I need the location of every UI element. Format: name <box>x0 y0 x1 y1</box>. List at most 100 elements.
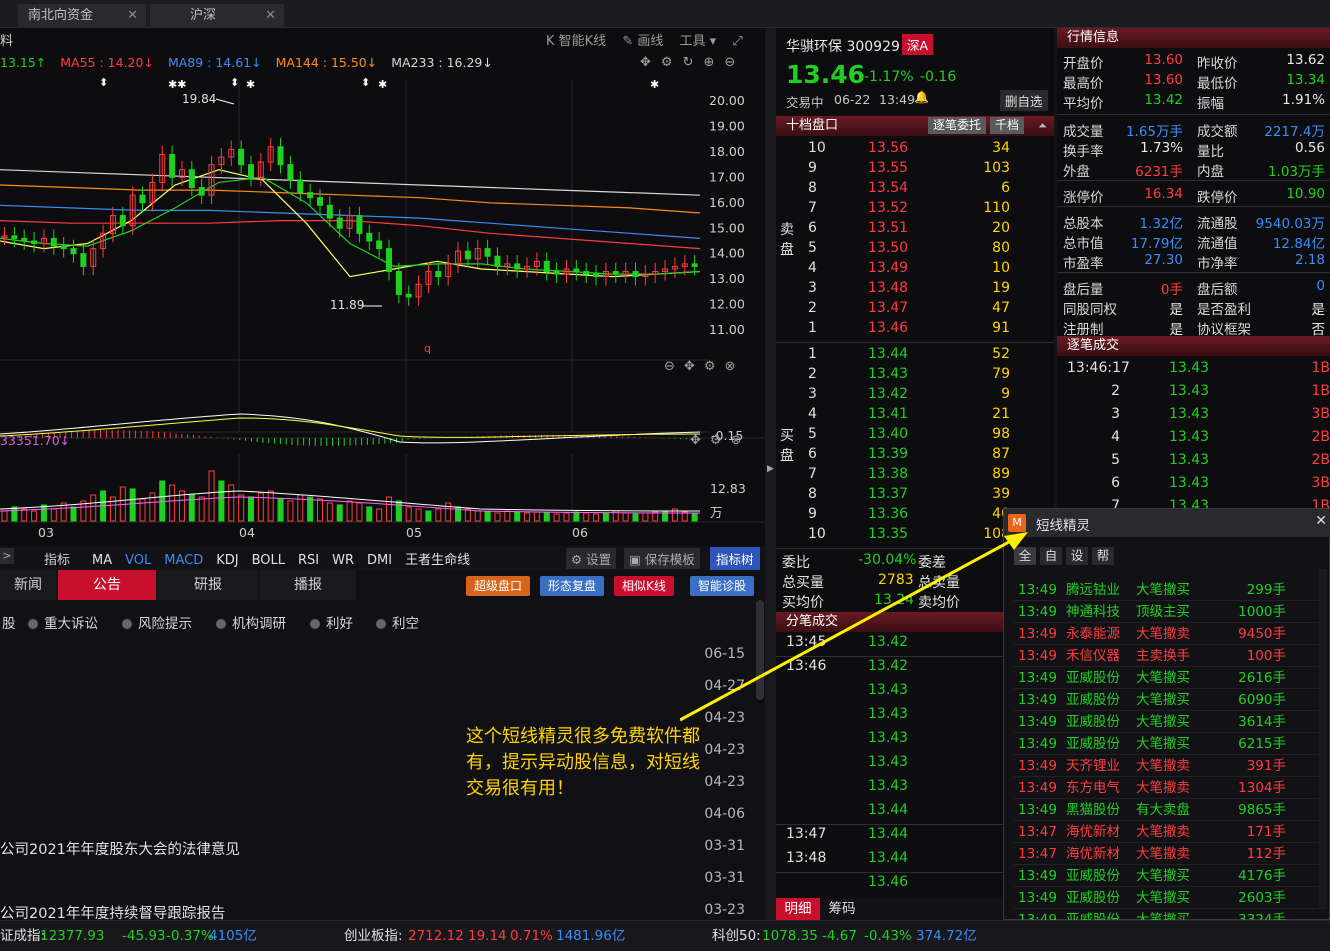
move-icon[interactable]: ✥ <box>684 359 704 374</box>
news-tool-button[interactable]: 相似K线 <box>614 576 674 596</box>
popup-alert-row[interactable]: 13:49 亚威股份 大笔撤买 6215手 <box>1014 733 1322 755</box>
popup-header[interactable]: M 短线精灵 ✕ <box>1004 509 1330 537</box>
bid-level-row[interactable]: 4 13.41 21 <box>776 406 1054 426</box>
popup-alert-row[interactable]: 13:47 海优新材 大笔撤卖 171手 <box>1014 821 1322 843</box>
popup-alert-row[interactable]: 13:49 神通科技 顶级主买 1000手 <box>1014 601 1322 623</box>
close-icon[interactable]: ✕ <box>127 4 138 28</box>
tab-chips[interactable]: 筹码 <box>820 898 864 920</box>
popup-alert-row[interactable]: 13:49 黑猫股份 有大卖盘 9865手 <box>1014 799 1322 821</box>
close-icon[interactable]: ✕ <box>1315 513 1327 529</box>
ask-level-row[interactable]: 1 13.46 91 <box>776 320 1054 340</box>
ask-level-row[interactable]: 5 13.50 80 <box>776 240 1054 260</box>
gear-icon[interactable]: ⚙ <box>710 433 731 448</box>
popup-filter-tab[interactable]: 设 <box>1066 547 1088 565</box>
ask-level-row[interactable]: 10 13.56 34 <box>776 140 1054 160</box>
draw-line-button[interactable]: ✎ 画线 <box>622 34 663 49</box>
expand-arrow-icon[interactable]: ▶ <box>767 464 774 474</box>
smart-kline-button[interactable]: K 智能K线 <box>546 34 606 49</box>
expand-icon[interactable]: ⤢ <box>732 34 742 49</box>
news-tool-button[interactable]: 形态复盘 <box>540 576 605 596</box>
tab-news[interactable]: 新闻 <box>0 570 56 600</box>
tab-research[interactable]: 研报 <box>158 570 258 600</box>
info-key: 量比 <box>1197 144 1224 160</box>
news-filter-option[interactable]: 机构调研 <box>216 612 286 632</box>
close-icon[interactable]: ✕ <box>265 4 276 28</box>
alert-type: 大笔撤买 <box>1136 670 1190 686</box>
news-title[interactable]: 公司2021年年度股东大会的法律意见 <box>0 838 240 859</box>
popup-scrollbar[interactable] <box>1319 569 1327 909</box>
gear-icon[interactable]: ⚙ <box>661 55 683 70</box>
remove-favorite-button[interactable]: 删自选 <box>1000 90 1048 111</box>
refresh-icon[interactable]: ↻ <box>683 55 704 70</box>
bid-level-row[interactable]: 3 13.42 9 <box>776 386 1054 406</box>
ask-level-row[interactable]: 7 13.52 110 <box>776 200 1054 220</box>
collapse-icon[interactable]: ⏶ <box>1038 116 1047 136</box>
panel-splitter[interactable]: ▶ <box>765 28 776 920</box>
popup-alert-row[interactable]: 13:49 亚威股份 大笔撤买 2603手 <box>1014 887 1322 909</box>
news-filter-option[interactable]: 重大诉讼 <box>28 612 98 632</box>
indicator-nav-button[interactable]: > <box>0 548 14 564</box>
close-icon[interactable]: ⊗ <box>731 433 751 448</box>
news-filter-option[interactable]: 股 <box>0 612 16 632</box>
ask-level-row[interactable]: 2 13.47 47 <box>776 300 1054 320</box>
indicator-tab[interactable]: KDJ <box>216 553 238 568</box>
thousand-level-button[interactable]: 千档 <box>990 117 1025 134</box>
ask-level-row[interactable]: 9 13.55 103 <box>776 160 1054 180</box>
tab-hushen[interactable]: 沪深 ✕ <box>150 4 284 28</box>
bid-level-row[interactable]: 8 13.37 39 <box>776 486 1054 506</box>
popup-filter-tab[interactable]: 自 <box>1040 547 1062 565</box>
popup-alert-row[interactable]: 13:47 海优新材 大笔撤卖 112手 <box>1014 843 1322 865</box>
volume-svg[interactable]: 12.83 万 <box>0 453 765 523</box>
news-tool-button[interactable]: 超级盘口 <box>466 576 531 596</box>
popup-filter-tab[interactable]: 帮 <box>1092 547 1114 565</box>
bell-icon[interactable]: 🔔 <box>914 90 929 104</box>
bid-level-row[interactable]: 2 13.43 79 <box>776 366 1054 386</box>
bid-level-row[interactable]: 7 13.38 89 <box>776 466 1054 486</box>
close-icon[interactable]: ⊗ <box>724 359 744 374</box>
news-filter-option[interactable]: 利空 <box>376 612 419 632</box>
popup-alert-row[interactable]: 13:49 永泰能源 大笔撤卖 9450手 <box>1014 623 1322 645</box>
indicator-tab[interactable]: WR <box>332 553 354 568</box>
index-label: 证成指: <box>0 928 46 944</box>
zoom-out-icon[interactable]: ⊖ <box>724 55 745 70</box>
indicator-tab[interactable]: MACD <box>164 553 203 568</box>
popup-alert-row[interactable]: 13:49 东方电气 大笔撤卖 1304手 <box>1014 777 1322 799</box>
tab-north-south-funds[interactable]: 南北向资金 ✕ <box>18 4 146 28</box>
indicator-tab[interactable]: 王者生命线 <box>405 553 470 568</box>
news-filter-option[interactable]: 利好 <box>310 612 353 632</box>
move-icon[interactable]: ✥ <box>690 433 710 448</box>
popup-alert-row[interactable]: 13:49 亚威股份 大笔撤买 2616手 <box>1014 667 1322 689</box>
indicator-tab[interactable]: BOLL <box>252 553 285 568</box>
popup-alert-row[interactable]: 13:49 亚威股份 大笔撤买 6090手 <box>1014 689 1322 711</box>
ask-level-row[interactable]: 8 13.54 6 <box>776 180 1054 200</box>
popup-alert-row[interactable]: 13:49 亚威股份 大笔撤买 3614手 <box>1014 711 1322 733</box>
tab-announcement[interactable]: 公告 <box>58 570 156 600</box>
bid-level-row[interactable]: 5 13.40 98 <box>776 426 1054 446</box>
indicator-tab[interactable]: VOL <box>125 553 151 568</box>
ask-level-row[interactable]: 4 13.49 10 <box>776 260 1054 280</box>
tools-dropdown[interactable]: 工具 ▾ <box>680 34 717 49</box>
indicator-tab[interactable]: MA <box>92 553 112 568</box>
info-key: 协议框架 <box>1197 322 1251 338</box>
bid-level-row[interactable]: 1 13.44 52 <box>776 346 1054 366</box>
ask-level-row[interactable]: 3 13.48 19 <box>776 280 1054 300</box>
news-filter-option[interactable]: 风险提示 <box>122 612 192 632</box>
order-by-order-button[interactable]: 逐笔委托 <box>928 117 987 134</box>
alert-time: 13:49 <box>1018 780 1057 796</box>
gear-icon[interactable]: ⚙ <box>704 359 725 374</box>
popup-alert-row[interactable]: 13:49 禾信仪器 主卖换手 100手 <box>1014 645 1322 667</box>
tbt-volume: 3B <box>1311 406 1330 422</box>
tab-detail[interactable]: 明细 <box>776 898 820 920</box>
indicator-tab[interactable]: DMI <box>367 553 392 568</box>
settings-button[interactable]: ⚙ 设置 <box>566 548 617 569</box>
zoom-in-icon[interactable]: ⊕ <box>703 55 724 70</box>
bid-level-row[interactable]: 6 13.39 87 <box>776 446 1054 466</box>
popup-alert-row[interactable]: 13:49 腾远钴业 大笔撤买 299手 <box>1014 579 1322 601</box>
tab-broadcast[interactable]: 播报 <box>260 570 356 600</box>
ask-level-row[interactable]: 6 13.51 20 <box>776 220 1054 240</box>
popup-alert-row[interactable]: 13:49 天齐锂业 大笔撤卖 391手 <box>1014 755 1322 777</box>
indicator-tab[interactable]: RSI <box>298 553 319 568</box>
move-icon[interactable]: ✥ <box>640 55 661 70</box>
collapse-icon[interactable]: ⊖ <box>664 359 684 374</box>
popup-alert-row[interactable]: 13:49 亚威股份 大笔撤买 4176手 <box>1014 865 1322 887</box>
